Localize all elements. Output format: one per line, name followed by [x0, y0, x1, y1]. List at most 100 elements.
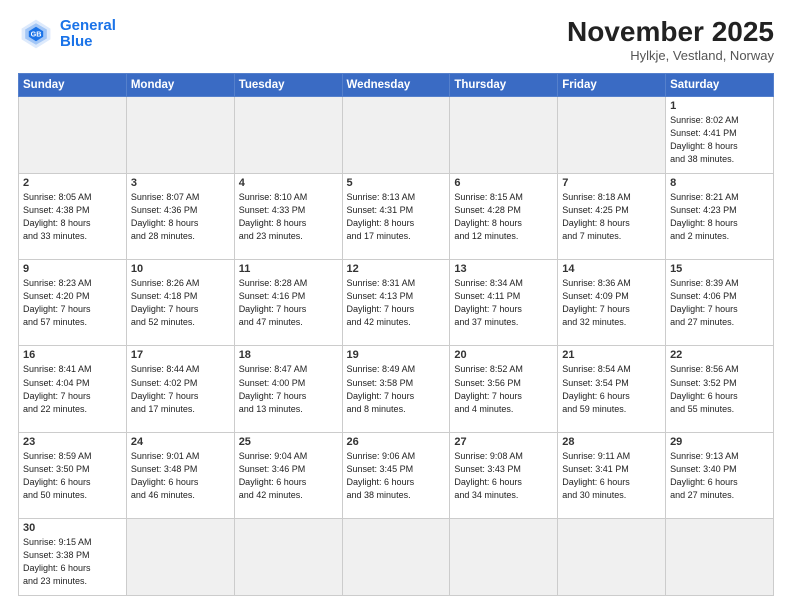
calendar-cell: 26 Sunrise: 9:06 AM Sunset: 3:45 PM Dayli… — [342, 432, 450, 518]
day-number: 9 — [23, 263, 122, 275]
day-info: Sunrise: 9:04 AM Sunset: 3:46 PM Dayligh… — [239, 450, 338, 502]
calendar-cell: 2Sunrise: 8:05 AM Sunset: 4:38 PM Daylig… — [19, 173, 127, 259]
weekday-header: Friday — [558, 74, 666, 97]
calendar-cell — [558, 518, 666, 595]
calendar-cell: 24Sunrise: 9:01 AM Sunset: 3:48 PM Dayli… — [126, 432, 234, 518]
calendar-cell: 14 Sunrise: 8:36 AM Sunset: 4:09 PM Dayli… — [558, 260, 666, 346]
logo-general: General — [60, 17, 116, 34]
calendar-cell — [126, 518, 234, 595]
week-row: 1Sunrise: 8:02 AM Sunset: 4:41 PM Daylig… — [19, 97, 774, 174]
week-row: 9 Sunrise: 8:23 AM Sunset: 4:20 PM Daylig… — [19, 260, 774, 346]
day-number: 10 — [131, 263, 230, 275]
calendar-cell: 27Sunrise: 9:08 AM Sunset: 3:43 PM Dayli… — [450, 432, 558, 518]
calendar-cell — [558, 97, 666, 174]
calendar-cell: 4Sunrise: 8:10 AM Sunset: 4:33 PM Daylig… — [234, 173, 342, 259]
day-info: Sunrise: 8:44 AM Sunset: 4:02 PM Dayligh… — [131, 363, 230, 415]
day-info: Sunrise: 9:06 AM Sunset: 3:45 PM Dayligh… — [347, 450, 446, 502]
weekday-header: Tuesday — [234, 74, 342, 97]
day-number: 20 — [454, 349, 553, 361]
day-number: 29 — [670, 436, 769, 448]
calendar-cell: 15Sunrise: 8:39 AM Sunset: 4:06 PM Dayli… — [666, 260, 774, 346]
calendar-cell: 9 Sunrise: 8:23 AM Sunset: 4:20 PM Daylig… — [19, 260, 127, 346]
logo-text: General Blue — [60, 18, 116, 51]
day-info: Sunrise: 8:05 AM Sunset: 4:38 PM Dayligh… — [23, 191, 122, 243]
day-info: Sunrise: 8:59 AM Sunset: 3:50 PM Dayligh… — [23, 450, 122, 502]
weekday-header: Sunday — [19, 74, 127, 97]
page: GB General Blue November 2025 Hylkje, Ve… — [0, 0, 792, 612]
day-number: 26 — [347, 436, 446, 448]
day-info: Sunrise: 9:11 AM Sunset: 3:41 PM Dayligh… — [562, 450, 661, 502]
day-info: Sunrise: 9:08 AM Sunset: 3:43 PM Dayligh… — [454, 450, 553, 502]
day-info: Sunrise: 8:28 AM Sunset: 4:16 PM Dayligh… — [239, 277, 338, 329]
day-info: Sunrise: 8:15 AM Sunset: 4:28 PM Dayligh… — [454, 191, 553, 243]
day-info: Sunrise: 9:01 AM Sunset: 3:48 PM Dayligh… — [131, 450, 230, 502]
calendar-cell: 10 Sunrise: 8:26 AM Sunset: 4:18 PM Dayli… — [126, 260, 234, 346]
weekday-header: Wednesday — [342, 74, 450, 97]
calendar-cell — [234, 518, 342, 595]
day-info: Sunrise: 8:07 AM Sunset: 4:36 PM Dayligh… — [131, 191, 230, 243]
day-number: 22 — [670, 349, 769, 361]
day-number: 5 — [347, 177, 446, 189]
calendar-cell: 20 Sunrise: 8:52 AM Sunset: 3:56 PM Dayli… — [450, 346, 558, 432]
calendar-cell: 19Sunrise: 8:49 AM Sunset: 3:58 PM Dayli… — [342, 346, 450, 432]
day-info: Sunrise: 8:10 AM Sunset: 4:33 PM Dayligh… — [239, 191, 338, 243]
day-number: 14 — [562, 263, 661, 275]
day-number: 3 — [131, 177, 230, 189]
calendar-cell: 6 Sunrise: 8:15 AM Sunset: 4:28 PM Daylig… — [450, 173, 558, 259]
logo: GB General Blue — [18, 16, 116, 52]
calendar-cell: 18 Sunrise: 8:47 AM Sunset: 4:00 PM Dayli… — [234, 346, 342, 432]
calendar-cell: 16 Sunrise: 8:41 AM Sunset: 4:04 PM Dayli… — [19, 346, 127, 432]
day-info: Sunrise: 8:26 AM Sunset: 4:18 PM Dayligh… — [131, 277, 230, 329]
calendar-cell — [19, 97, 127, 174]
day-number: 19 — [347, 349, 446, 361]
day-number: 18 — [239, 349, 338, 361]
header: GB General Blue November 2025 Hylkje, Ve… — [18, 16, 774, 63]
day-number: 13 — [454, 263, 553, 275]
calendar-cell: 11 Sunrise: 8:28 AM Sunset: 4:16 PM Dayli… — [234, 260, 342, 346]
calendar-cell: 23 Sunrise: 8:59 AM Sunset: 3:50 PM Dayli… — [19, 432, 127, 518]
calendar-cell — [450, 518, 558, 595]
month-title: November 2025 — [567, 16, 774, 48]
logo-icon: GB — [18, 16, 54, 52]
calendar-cell: 25 Sunrise: 9:04 AM Sunset: 3:46 PM Dayli… — [234, 432, 342, 518]
day-number: 25 — [239, 436, 338, 448]
calendar-cell: 30Sunrise: 9:15 AM Sunset: 3:38 PM Dayli… — [19, 518, 127, 595]
day-info: Sunrise: 8:31 AM Sunset: 4:13 PM Dayligh… — [347, 277, 446, 329]
day-info: Sunrise: 8:36 AM Sunset: 4:09 PM Dayligh… — [562, 277, 661, 329]
day-info: Sunrise: 8:21 AM Sunset: 4:23 PM Dayligh… — [670, 191, 769, 243]
svg-text:GB: GB — [31, 30, 42, 39]
week-row: 2Sunrise: 8:05 AM Sunset: 4:38 PM Daylig… — [19, 173, 774, 259]
day-number: 17 — [131, 349, 230, 361]
calendar-cell — [234, 97, 342, 174]
day-number: 30 — [23, 522, 122, 534]
calendar-cell: 7Sunrise: 8:18 AM Sunset: 4:25 PM Daylig… — [558, 173, 666, 259]
calendar-cell — [126, 97, 234, 174]
calendar-cell: 8 Sunrise: 8:21 AM Sunset: 4:23 PM Daylig… — [666, 173, 774, 259]
subtitle: Hylkje, Vestland, Norway — [567, 48, 774, 63]
day-info: Sunrise: 8:47 AM Sunset: 4:00 PM Dayligh… — [239, 363, 338, 415]
calendar: SundayMondayTuesdayWednesdayThursdayFrid… — [18, 73, 774, 596]
title-block: November 2025 Hylkje, Vestland, Norway — [567, 16, 774, 63]
weekday-header: Thursday — [450, 74, 558, 97]
day-info: Sunrise: 8:56 AM Sunset: 3:52 PM Dayligh… — [670, 363, 769, 415]
day-info: Sunrise: 8:52 AM Sunset: 3:56 PM Dayligh… — [454, 363, 553, 415]
calendar-cell: 5Sunrise: 8:13 AM Sunset: 4:31 PM Daylig… — [342, 173, 450, 259]
day-info: Sunrise: 9:13 AM Sunset: 3:40 PM Dayligh… — [670, 450, 769, 502]
calendar-cell: 12Sunrise: 8:31 AM Sunset: 4:13 PM Dayli… — [342, 260, 450, 346]
week-row: 23 Sunrise: 8:59 AM Sunset: 3:50 PM Dayli… — [19, 432, 774, 518]
day-info: Sunrise: 8:23 AM Sunset: 4:20 PM Dayligh… — [23, 277, 122, 329]
calendar-cell — [450, 97, 558, 174]
day-number: 11 — [239, 263, 338, 275]
day-info: Sunrise: 8:34 AM Sunset: 4:11 PM Dayligh… — [454, 277, 553, 329]
day-info: Sunrise: 8:41 AM Sunset: 4:04 PM Dayligh… — [23, 363, 122, 415]
day-number: 23 — [23, 436, 122, 448]
day-number: 16 — [23, 349, 122, 361]
calendar-cell: 22 Sunrise: 8:56 AM Sunset: 3:52 PM Dayli… — [666, 346, 774, 432]
calendar-cell: 3 Sunrise: 8:07 AM Sunset: 4:36 PM Daylig… — [126, 173, 234, 259]
weekday-header: Saturday — [666, 74, 774, 97]
logo-blue: Blue — [60, 34, 116, 51]
day-number: 8 — [670, 177, 769, 189]
calendar-cell: 28Sunrise: 9:11 AM Sunset: 3:41 PM Dayli… — [558, 432, 666, 518]
day-number: 6 — [454, 177, 553, 189]
calendar-cell — [342, 518, 450, 595]
